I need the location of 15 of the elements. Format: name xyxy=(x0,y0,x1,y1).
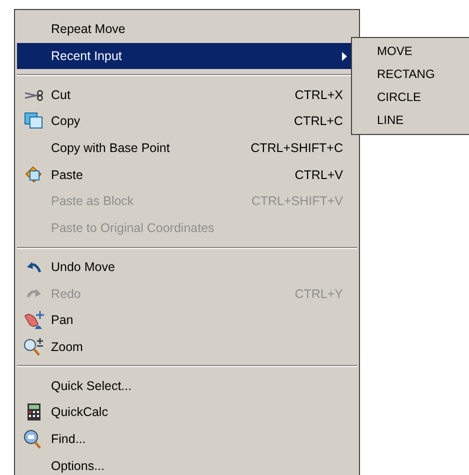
menu-item[interactable]: Paste CTRL+V xyxy=(17,161,357,188)
copy-icon xyxy=(24,112,44,130)
undo-icon xyxy=(26,260,42,274)
menu-item[interactable]: Copy with Base Point CTRL+SHIFT+C xyxy=(17,134,357,162)
menu-item[interactable]: Find... xyxy=(17,426,357,452)
scissors-icon xyxy=(24,88,44,101)
menu-item[interactable]: Quick Select... xyxy=(17,372,357,399)
menu-item[interactable]: Zoom xyxy=(17,334,357,360)
menu-item[interactable]: QuickCalc xyxy=(17,398,357,426)
menu-item[interactable]: Undo Move xyxy=(17,254,357,280)
menu-item[interactable]: Repeat Move xyxy=(17,16,357,43)
magnifier-icon xyxy=(23,336,45,357)
menu-item[interactable]: Pan xyxy=(17,306,357,334)
calculator-icon xyxy=(27,403,41,422)
menu-item[interactable]: Options... xyxy=(17,452,357,475)
